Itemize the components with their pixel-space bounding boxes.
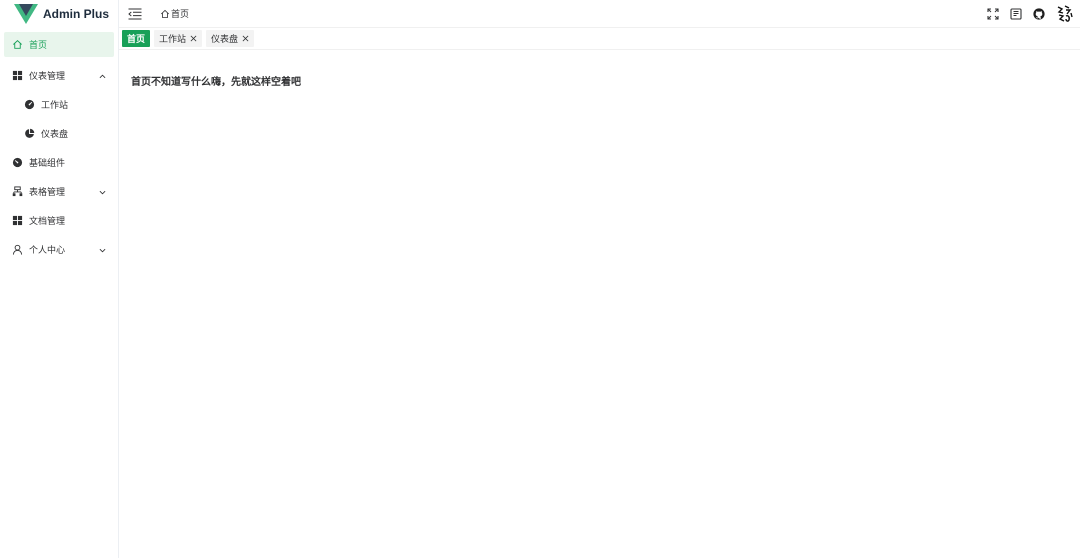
github-icon[interactable]: [1032, 7, 1046, 21]
grid-icon: [12, 70, 23, 81]
close-icon[interactable]: [190, 35, 197, 42]
sidebar-item-document-management[interactable]: 文档管理: [0, 206, 118, 235]
home-icon: [12, 39, 23, 50]
grid-icon: [12, 215, 23, 226]
sidebar-item-label: 首页: [29, 41, 48, 51]
fullscreen-icon[interactable]: [986, 7, 1000, 21]
header-actions: [977, 4, 1074, 24]
vue-logo-icon: [14, 4, 38, 24]
tabs-bar: 首页 工作站 仪表盘: [119, 28, 1080, 50]
breadcrumb-label: 首页: [171, 10, 190, 20]
sidebar-item-dashboard-management[interactable]: 仪表管理: [0, 61, 118, 90]
chevron-down-icon: [99, 247, 106, 254]
logo[interactable]: Admin Plus: [0, 0, 118, 28]
home-placeholder-text: 首页不知道写什么嗨，先就这样空着吧: [131, 77, 301, 88]
sidebar-item-table-management[interactable]: 表格管理: [0, 177, 118, 206]
sidebar-item-label: 文档管理: [29, 217, 66, 227]
sidebar-item-label: 仪表管理: [29, 72, 66, 82]
tab-label: 工作站: [159, 35, 187, 45]
sidebar-item-personal-center[interactable]: 个人中心: [0, 235, 118, 264]
tab-dashboard[interactable]: 仪表盘: [206, 30, 255, 47]
tab-home[interactable]: 首页: [122, 30, 151, 47]
dashboard-gauge-icon: [24, 99, 35, 110]
sidebar-item-dashboard[interactable]: 仪表盘: [0, 119, 118, 148]
breadcrumb[interactable]: 首页: [160, 7, 189, 20]
menu-collapse-icon[interactable]: [128, 8, 142, 20]
avatar[interactable]: [1054, 4, 1074, 24]
table-hierarchy-icon: [12, 186, 23, 197]
sidebar-item-label: 个人中心: [29, 246, 66, 256]
sidebar-item-workstation[interactable]: 工作站: [0, 90, 118, 119]
sidebar: Admin Plus 首页 仪表管理 工作站 仪表盘 基础组件 表格管理 文档管…: [0, 0, 119, 558]
document-icon[interactable]: [1009, 7, 1023, 21]
top-header: 首页: [119, 0, 1080, 28]
app-root: Admin Plus 首页 仪表管理 工作站 仪表盘 基础组件 表格管理 文档管…: [0, 0, 1080, 558]
close-icon[interactable]: [242, 35, 249, 42]
main-content: 首页不知道写什么嗨，先就这样空着吧: [119, 50, 1080, 558]
sidebar-item-basic-components[interactable]: 基础组件: [0, 148, 118, 177]
sidebar-item-label: 工作站: [41, 101, 69, 111]
sidebar-menu: 首页 仪表管理 工作站 仪表盘 基础组件 表格管理 文档管理 个人中心: [0, 32, 118, 264]
gauge-icon: [12, 157, 23, 168]
sidebar-item-label: 基础组件: [29, 159, 66, 169]
tab-workstation[interactable]: 工作站: [154, 30, 203, 47]
tab-label: 首页: [127, 35, 146, 45]
tab-label: 仪表盘: [211, 35, 239, 45]
sidebar-item-home[interactable]: 首页: [4, 32, 114, 57]
home-icon: [160, 9, 170, 18]
app-title: Admin Plus: [43, 7, 110, 21]
user-icon: [12, 244, 23, 255]
chevron-down-icon: [99, 189, 106, 196]
chevron-up-icon: [99, 73, 106, 80]
sidebar-item-label: 仪表盘: [41, 130, 69, 140]
sidebar-item-label: 表格管理: [29, 188, 66, 198]
pie-chart-icon: [24, 128, 35, 139]
